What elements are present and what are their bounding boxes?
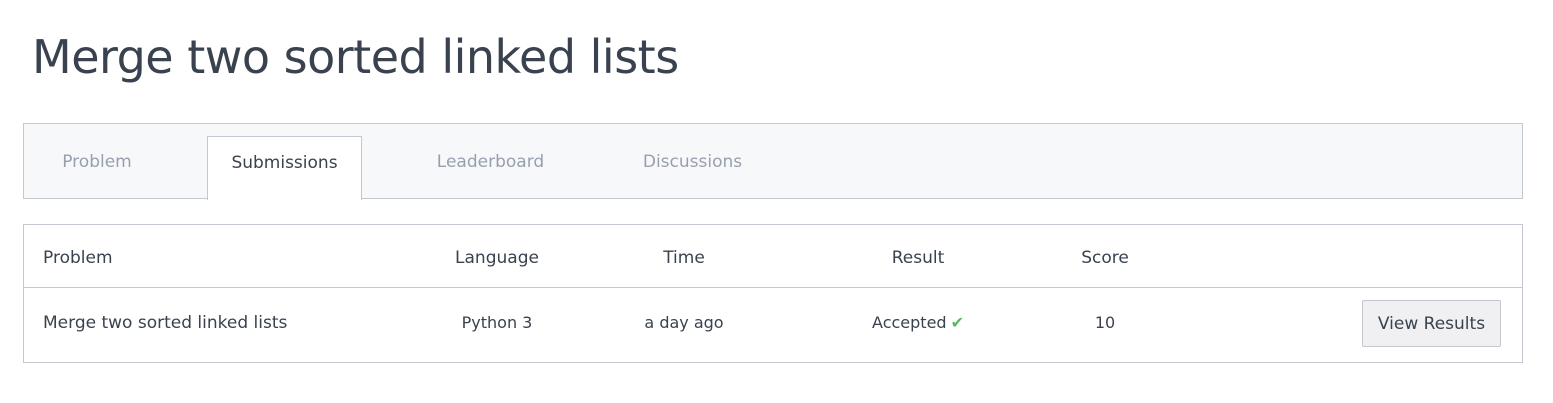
problem-link[interactable]: Merge two sorted linked lists <box>43 313 287 333</box>
header-result: Result <box>891 248 945 268</box>
header-language: Language <box>455 248 539 268</box>
view-results-button[interactable]: View Results <box>1362 300 1501 347</box>
time-cell: a day ago <box>644 313 724 332</box>
result-cell: Accepted ✔ <box>872 313 964 332</box>
header-problem: Problem <box>43 248 113 268</box>
result-text: Accepted <box>872 313 947 332</box>
header-time: Time <box>663 248 705 268</box>
table-header: Problem Language Time Result Score <box>24 225 1522 288</box>
score-cell: 10 <box>1094 313 1116 332</box>
page-title: Merge two sorted linked lists <box>32 30 679 84</box>
tab-submissions[interactable]: Submissions <box>207 136 362 200</box>
header-score: Score <box>1081 248 1129 268</box>
check-icon: ✔ <box>950 313 964 332</box>
tab-discussions[interactable]: Discussions <box>616 124 769 198</box>
tab-bar: Problem Submissions Leaderboard Discussi… <box>23 123 1523 200</box>
language-cell: Python 3 <box>461 313 533 332</box>
tab-leaderboard[interactable]: Leaderboard <box>414 124 567 198</box>
tab-problem[interactable]: Problem <box>24 124 170 198</box>
submissions-table: Problem Language Time Result Score Merge… <box>23 224 1523 363</box>
